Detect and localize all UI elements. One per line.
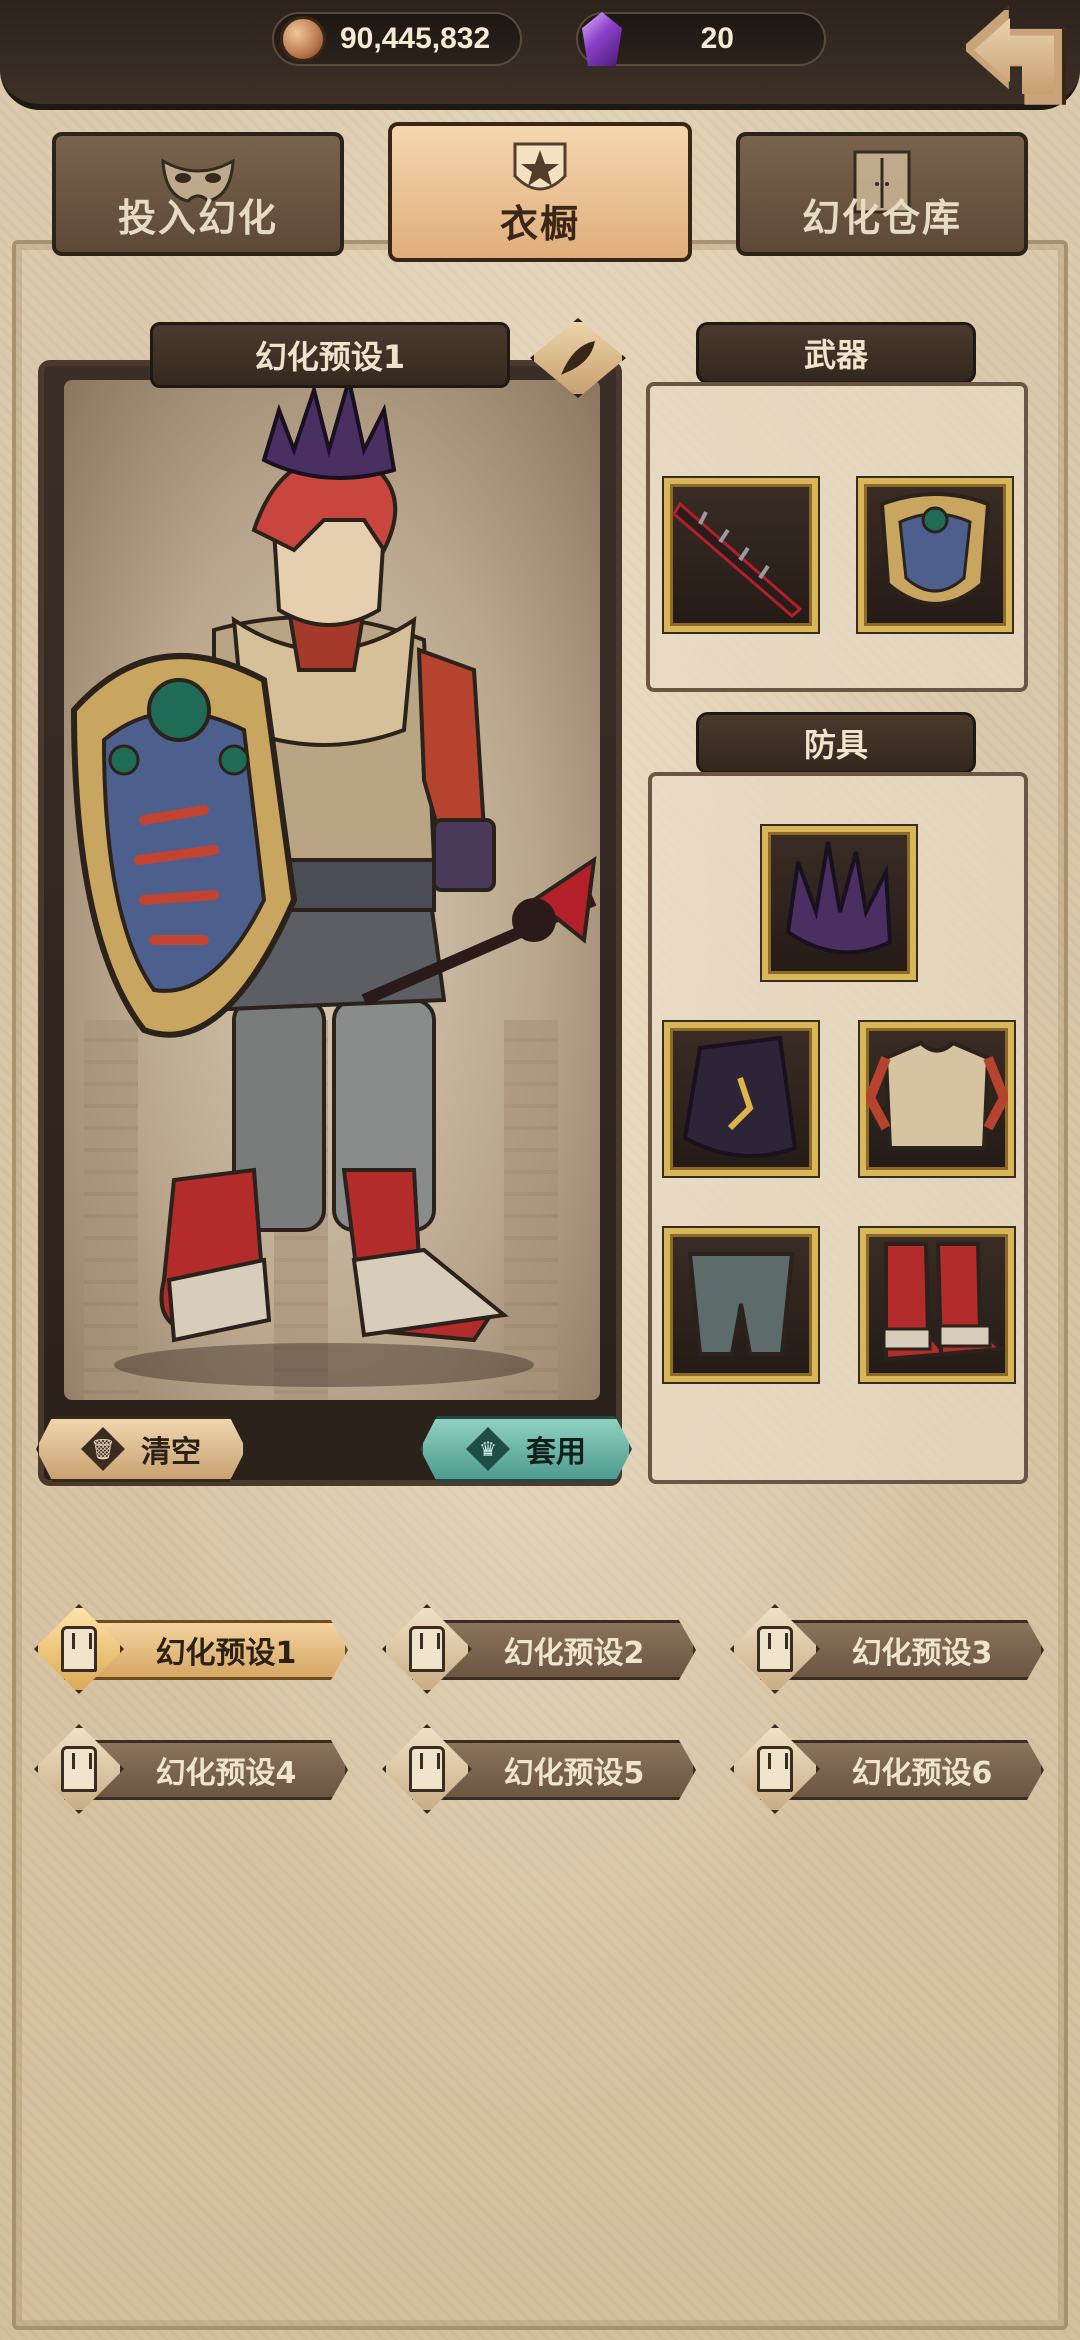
armor-slot-hood[interactable]: [664, 1022, 818, 1176]
robe-icon: [757, 1626, 793, 1672]
character-figure: [70, 380, 597, 1387]
armor-slot-head[interactable]: [762, 826, 916, 980]
tab-label: 衣橱: [499, 202, 580, 246]
top-bar: 90,445,832 20: [0, 0, 1080, 110]
preset-button-5[interactable]: 幻化预设5: [382, 1724, 700, 1814]
weapon-slot-sword[interactable]: [664, 478, 818, 632]
tab-transmog-input[interactable]: 投入幻化: [52, 132, 344, 256]
preset-button-4[interactable]: 幻化预设4: [34, 1724, 352, 1814]
robe-icon: [61, 1746, 97, 1792]
gem-value: 20: [700, 22, 734, 55]
robe-icon: [757, 1746, 793, 1792]
preset-button-2[interactable]: 幻化预设2: [382, 1604, 700, 1694]
preset-label: 幻化预设4: [155, 1756, 297, 1791]
weapon-slot-shield[interactable]: [858, 478, 1012, 632]
hood-icon: [682, 1035, 798, 1158]
crown-icon: ♛: [466, 1427, 510, 1471]
gem-counter: 20: [576, 12, 826, 66]
sword-icon: [672, 501, 803, 618]
robe-icon: [409, 1626, 445, 1672]
preset-label: 幻化预设6: [851, 1756, 993, 1791]
armor-header: 防具: [696, 712, 976, 774]
chest-armor-icon: [864, 1040, 1010, 1150]
preset-button-6[interactable]: 幻化预设6: [730, 1724, 1048, 1814]
robe-icon: [61, 1626, 97, 1672]
trash-icon: 🗑: [81, 1427, 125, 1471]
tab-transmog-storage[interactable]: 幻化仓库: [736, 132, 1028, 256]
preset-name-plate: 幻化预设1: [150, 322, 510, 388]
armor-slot-chest[interactable]: [860, 1022, 1014, 1176]
preset-label: 幻化预设3: [851, 1636, 993, 1671]
coin-icon: [280, 16, 326, 62]
clear-label: 清空: [141, 1435, 201, 1470]
apply-button[interactable]: ♛ 套用: [420, 1416, 632, 1482]
tab-bar: 投入幻化 衣橱 幻化仓库: [0, 120, 1080, 262]
preset-button-1[interactable]: 幻化预设1: [34, 1604, 352, 1694]
apply-label: 套用: [526, 1435, 586, 1470]
preset-label: 幻化预设1: [155, 1636, 297, 1671]
preset-button-3[interactable]: 幻化预设3: [730, 1604, 1048, 1694]
leg-armor-icon: [687, 1252, 795, 1356]
weapons-title: 武器: [803, 336, 868, 374]
tab-wardrobe[interactable]: 衣橱: [388, 122, 692, 262]
gem-icon: [582, 12, 622, 66]
tab-label: 投入幻化: [117, 196, 278, 240]
preset-label: 幻化预设2: [503, 1636, 645, 1671]
coin-counter: 90,445,832: [272, 12, 522, 66]
tab-label: 幻化仓库: [801, 196, 962, 240]
armor-slot-legs[interactable]: [664, 1228, 818, 1382]
weapons-header: 武器: [696, 322, 976, 384]
robe-icon: [409, 1746, 445, 1792]
clear-button[interactable]: 🗑 清空: [36, 1416, 246, 1482]
shield-icon: [879, 492, 991, 606]
preset-name: 幻化预设1: [254, 338, 406, 376]
preset-label: 幻化预设5: [503, 1756, 645, 1791]
feather-icon: [561, 341, 595, 375]
armor-slot-boots[interactable]: [860, 1228, 1014, 1382]
coin-value: 90,445,832: [340, 22, 491, 55]
armor-title: 防具: [803, 726, 868, 764]
boots-icon: [882, 1242, 1006, 1362]
crown-helmet-icon: [785, 841, 893, 955]
